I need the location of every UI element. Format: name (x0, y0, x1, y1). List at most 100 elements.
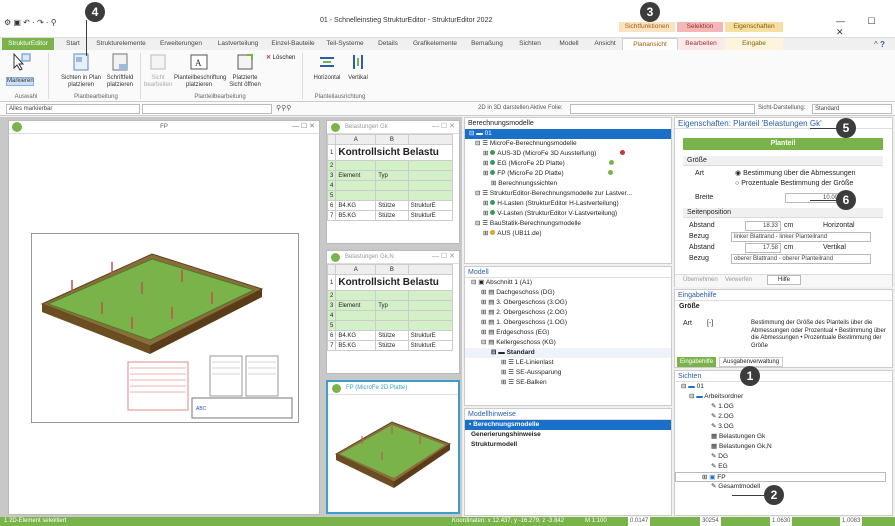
fp-3d-window[interactable]: FP (MicroFe 2D Platte) (326, 380, 460, 514)
seitenposition-section[interactable]: Seitenposition (683, 208, 883, 218)
status-coordinates: Koordinaten: x 12.437, y -16.279, z -3.8… (452, 518, 565, 524)
tree-item[interactable]: ✎ 1.OG (675, 402, 892, 412)
horizontal-button[interactable]: Horizontal (310, 52, 344, 82)
tree-item[interactable]: Generierungshinweise (465, 430, 671, 440)
tab-strukturelemente[interactable]: Strukturelemente (90, 38, 152, 50)
tree-item[interactable]: ✎ 3.OG (675, 422, 892, 432)
radio-prozentual[interactable]: ○ Prozentuale Bestimmung der Größe (735, 180, 853, 187)
markieren-button[interactable]: Markieren (6, 52, 34, 86)
tree-item[interactable]: ⊟ ☰ BauStatik-Berechnungsmodelle (465, 219, 671, 229)
tree-item[interactable]: ⊞ Berechnungssichten (465, 179, 671, 189)
horizontal-label: Horizontal (823, 222, 855, 229)
tab-ansicht[interactable]: Ansicht (588, 38, 622, 50)
tab-modell[interactable]: Modell (551, 38, 587, 50)
tree-item[interactable]: ⊞ ▤ 1. Obergeschoss (1.OG) (465, 318, 671, 328)
tree-item[interactable]: ⊞ V-Lasten (StrukturEditor V-Lastverteil… (465, 209, 671, 219)
uebernehmen-button[interactable]: Übernehmen (683, 277, 718, 283)
bezug-h-dropdown[interactable]: linker Blattrand - linker Planteilrand (731, 232, 871, 242)
tree-item[interactable]: ⊞ EG (MicroFe 2D Platte) (465, 159, 671, 169)
tab-planansicht[interactable]: Planansicht (622, 38, 678, 50)
tree-item[interactable]: ⊟ ▬ 01 (675, 382, 892, 392)
ribbon-collapse-icon[interactable]: ^ ? (874, 40, 885, 49)
tab-details[interactable]: Details (371, 38, 405, 50)
bezug-v-dropdown[interactable]: oberer Blattrand - oberer Planteilrand (731, 254, 871, 264)
tree-item[interactable]: ⊞ H-Lasten (StrukturEditor H-Lastverteil… (465, 199, 671, 209)
belastungen-gk-window[interactable]: Belastungen Gk — ☐ ✕ AB 1 Kontrollsicht B… (326, 120, 460, 244)
belastungen-gkn-window[interactable]: Belastungen Gk,N — ☐ ✕ AB 1 Kontrollsicht… (326, 250, 460, 374)
tree-item[interactable]: ⊞ AUS (UB11.de) (465, 229, 671, 239)
tab-start[interactable]: Start (56, 38, 90, 50)
tree-item[interactable]: ⊟ ▬ Arbeitsordner (675, 392, 892, 402)
window-controls[interactable]: — ☐ ✕ (432, 252, 455, 260)
folie-dropdown[interactable] (570, 104, 755, 114)
tab-eingabe[interactable]: Eingabe (725, 38, 783, 50)
quick-access-toolbar[interactable]: ⚙ ▣ ↶ · ↷ · ⚲ (4, 18, 57, 27)
window-controls[interactable]: — ☐ ✕ (836, 16, 895, 38)
tab-erweiterungen[interactable]: Erweiterungen (153, 38, 209, 50)
verwerfen-button[interactable]: Verwerfen (725, 277, 752, 283)
tree-item[interactable]: ⊟ ▣ Abschnitt 1 (A1) (465, 278, 671, 288)
tab-sichten[interactable]: Sichten (510, 38, 550, 50)
tree-item[interactable]: ⊞ ☰ SE-Balken (465, 378, 671, 388)
tree-item[interactable]: Strukturmodell (465, 440, 671, 450)
filter-tools-icon[interactable]: ⚲⚲⚲ (276, 104, 291, 112)
tree-item[interactable]: ⊞ ▤ 2. Obergeschoss (2.OG) (465, 308, 671, 318)
tree-item-fp[interactable]: ⊞ ▣ FP (675, 472, 886, 482)
tree-item[interactable]: ▦ Belastungen Gk (675, 432, 892, 442)
radio-abmessungen[interactable]: ◉ Bestimmung über die Abmessungen (735, 169, 856, 177)
spreadsheet-grid[interactable]: AB 1 Kontrollsicht Belastu 2 3 Element Typ … (326, 264, 454, 351)
planteilbeschriftung-button[interactable]: A Planteilbeschriftung platzieren (174, 52, 226, 89)
fp-window-title: FP (9, 121, 319, 134)
tab-eingabehilfe[interactable]: Eingabehilfe (677, 357, 717, 367)
schriftfeld-button[interactable]: Schriftfeld platzieren (104, 52, 136, 89)
window-controls[interactable]: — ☐ ✕ (432, 122, 455, 130)
abstand-unit: cm (784, 244, 794, 251)
sicht-bearbeiten-button[interactable]: Sicht bearbeiten (144, 52, 172, 89)
tree-item[interactable]: ✎ EG (675, 462, 892, 472)
abstand-v-input[interactable]: 17.58 (745, 243, 781, 253)
sichten-in-plan-button[interactable]: Sichten in Plan platzieren (56, 52, 106, 89)
tree-item[interactable]: ✎ 2.OG (675, 412, 892, 422)
tree-item[interactable]: ⊞ AUS-3D (MicroFe 3D Aussteifung) (465, 149, 671, 159)
groesse-section[interactable]: Größe (683, 156, 883, 166)
loeschen-button[interactable]: ✕ Löschen (266, 54, 295, 61)
tree-item-berechnungsmodelle[interactable]: ▪ Berechnungsmodelle (465, 420, 671, 430)
breite-input[interactable]: 10.00 (785, 193, 841, 203)
tree-item[interactable]: ⊞ ▤ Dachgeschoss (DG) (465, 288, 671, 298)
tab-bemassung[interactable]: Bemaßung (465, 38, 509, 50)
open-view-icon (237, 54, 253, 70)
tree-item-01[interactable]: ⊟ ▬ 01 (465, 129, 671, 139)
vertikal-button[interactable]: Vertikal (346, 52, 370, 82)
tree-item[interactable]: ⊟ ▤ Kellergeschoss (KG) (465, 338, 671, 348)
darstellen-label[interactable]: 2D in 3D darstellen (478, 105, 529, 111)
tree-item[interactable]: ✎ DG (675, 452, 892, 462)
tree-item[interactable]: ⊞ FP (MicroFe 2D Platte) (465, 169, 671, 179)
filter-dropdown[interactable]: Alles markierbar (6, 104, 140, 114)
tab-grafikelemente[interactable]: Grafikelemente (406, 38, 464, 50)
abstand-unit: cm (784, 222, 794, 229)
tree-item[interactable]: ⊞ ☰ SE-Aussparung (465, 368, 671, 378)
tree-item[interactable]: ⊞ ▤ Erdgeschoss (EG) (465, 328, 671, 338)
tab-teil-systeme[interactable]: Teil-Systeme (320, 38, 370, 50)
tree-item[interactable]: ⊟ ☰ StrukturEditor-Berechnungsmodelle zu… (465, 189, 671, 199)
fp-window[interactable]: FP — ☐ ✕ ABC (8, 120, 320, 515)
tab-lastverteilung[interactable]: Lastverteilung (210, 38, 266, 50)
status-value: 1.0630 (770, 517, 793, 526)
spreadsheet-grid[interactable]: AB 1 Kontrollsicht Belastu 2 3 Element Typ … (326, 134, 454, 221)
tree-item[interactable]: ⊟ ☰ MicroFe-Berechnungsmodelle (465, 139, 671, 149)
tab-struktureditor[interactable]: StrukturEditor (2, 38, 54, 50)
tree-item[interactable]: ⊟ ▬ Standard (465, 348, 671, 358)
platzierte-sicht-button[interactable]: Platzierte Sicht öffnen (226, 52, 264, 89)
hilfe-button[interactable]: Hilfe (767, 275, 802, 285)
tab-einzel-bauteile[interactable]: Einzel-Bauteile (266, 38, 320, 50)
tree-item[interactable]: ⊞ ▤ 3. Obergeschoss (3.OG) (465, 298, 671, 308)
fp-window-controls[interactable]: — ☐ ✕ (292, 122, 315, 130)
tree-item[interactable]: ⊞ ☰ LE-Linienlast (465, 358, 671, 368)
sichtdarstellung-dropdown[interactable]: Standard (812, 104, 892, 114)
filter-value-field[interactable] (142, 104, 272, 114)
tab-bearbeiten[interactable]: Bearbeiten (679, 38, 723, 50)
tree-item[interactable]: ▦ Belastungen Gk,N (675, 442, 892, 452)
tree-item[interactable]: ✎ Gesamtmodell (675, 482, 892, 492)
abstand-h-input[interactable]: 18.33 (745, 221, 781, 231)
abstand-label: Abstand (689, 222, 715, 229)
